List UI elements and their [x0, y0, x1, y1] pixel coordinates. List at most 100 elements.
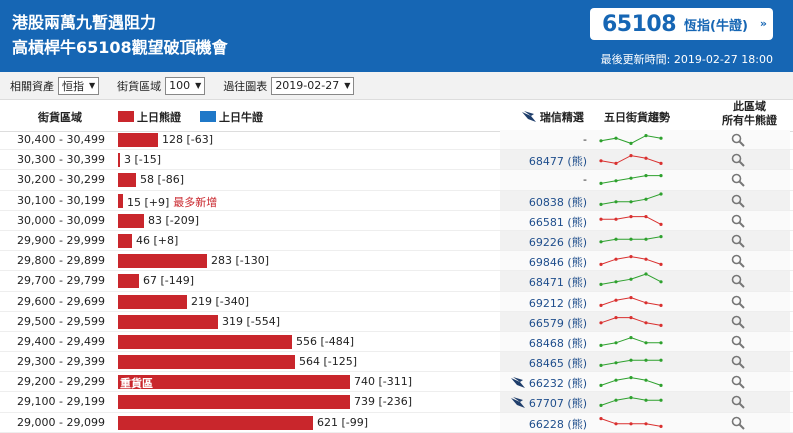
trend-point — [644, 341, 648, 345]
trend-point — [644, 257, 648, 261]
table-row: 29,100 - 29,199 739 [-236] 67707 (熊) — [0, 392, 793, 413]
trend-point — [644, 421, 648, 426]
warrant-code-link[interactable]: 66228 (熊) — [529, 416, 587, 432]
most-added-tag: 最多新增 — [173, 195, 218, 209]
trend-point — [599, 202, 603, 206]
magnifier-icon[interactable] — [731, 335, 745, 349]
bear-qty-value: 740 [-311] — [354, 375, 413, 389]
bear-qty-bar — [118, 193, 123, 208]
bear-qty-label: 621 [-99] — [317, 416, 368, 429]
chart-date-select[interactable]: 2019-02-27 ▼ — [271, 76, 355, 95]
legend-bull-swatch — [200, 111, 216, 122]
magnifier-icon[interactable] — [731, 416, 745, 430]
warrant-code: 69212 (熊) — [528, 296, 587, 310]
trend-point — [659, 323, 663, 327]
warrant-code-link[interactable]: 66581 (熊) — [529, 214, 587, 230]
zone-select[interactable]: 100 ▼ — [165, 76, 206, 95]
warrant-code-link[interactable]: 67707 (熊) — [510, 395, 587, 411]
magnifier-icon[interactable] — [731, 274, 745, 289]
five-day-trend-sparkline — [599, 358, 663, 368]
table-row: 29,000 - 29,099 621 [-99] 66228 (熊) — [0, 412, 793, 433]
trend-point — [614, 280, 618, 284]
table-row: 29,300 - 29,399 564 [-125] 68465 (熊) — [0, 352, 793, 373]
warrant-code: - — [583, 173, 587, 187]
magnifier-icon[interactable] — [731, 153, 745, 167]
magnifier-icon[interactable] — [731, 254, 745, 268]
legend-bear-swatch — [118, 111, 134, 122]
row-range: 29,900 - 29,999 — [17, 233, 105, 247]
magnifier-icon[interactable] — [731, 395, 745, 410]
trend-point — [644, 320, 648, 325]
bear-qty-label: 128 [-63] — [162, 133, 213, 146]
magnifier-icon[interactable] — [731, 295, 745, 309]
trend-point — [629, 358, 633, 362]
warrant-code-link: - — [583, 173, 587, 186]
trend-point — [659, 234, 663, 239]
bear-qty-value: 319 [-554] — [222, 314, 281, 328]
table-row: 29,500 - 29,599 319 [-554] 66579 (熊) — [0, 311, 793, 332]
trend-point — [614, 341, 618, 345]
trend-point — [659, 262, 663, 267]
trend-point — [659, 161, 663, 166]
warrant-code-link[interactable]: 68471 (熊) — [529, 274, 587, 290]
warrant-code: 66232 (熊) — [528, 377, 587, 391]
warrant-code-link[interactable]: 60838 (熊) — [529, 194, 587, 210]
warrant-code: 68468 (熊) — [528, 336, 587, 350]
magnifier-icon[interactable] — [731, 234, 745, 248]
trend-point — [614, 237, 618, 241]
bear-qty-label: 15 [+9] 最多新增 — [127, 194, 217, 210]
table-row: 30,400 - 30,499 128 [-63] - — [0, 130, 793, 151]
table-header: 街貨區域 上日熊證 上日牛證 瑞信精選 五日街貨趨勢 此區域 所有牛熊證 — [0, 100, 793, 132]
zone-select-value: 100 — [169, 79, 191, 92]
trend-point — [629, 315, 633, 319]
asset-select-value: 恒指 — [62, 79, 84, 93]
col-range: 街貨區域 — [38, 111, 82, 124]
trend-point — [644, 174, 648, 178]
magnifier-icon[interactable] — [731, 315, 745, 329]
five-day-trend-sparkline — [599, 272, 663, 287]
legend-bull: 上日牛證 — [200, 109, 263, 125]
caret-down-icon: ▼ — [195, 81, 202, 90]
magnifier-icon[interactable] — [731, 355, 745, 369]
five-day-trend-sparkline — [599, 154, 663, 166]
warrant-code-link[interactable]: 69212 (熊) — [529, 295, 587, 311]
filter-bar: 相關資產 恒指 ▼ 街貨區域 100 ▼ 過往圖表 2019-02-27 ▼ — [0, 72, 793, 100]
bear-qty-bar — [118, 153, 120, 168]
warrant-code-link[interactable]: 69846 (熊) — [529, 254, 587, 270]
trend-point — [614, 136, 618, 140]
five-day-trend-sparkline — [599, 191, 663, 206]
five-day-trend-sparkline — [599, 255, 663, 267]
warrant-code-link[interactable]: 68465 (熊) — [529, 355, 587, 371]
warrant-code-link[interactable]: 69226 (熊) — [529, 234, 587, 250]
credit-suisse-sail-icon — [510, 377, 525, 389]
magnifier-icon[interactable] — [731, 375, 745, 389]
bear-qty-value: 67 [-149] — [143, 274, 195, 288]
price-label: 恆指(牛證) — [684, 18, 748, 34]
trend-point — [659, 358, 663, 362]
chart-date-label: 過往圖表 — [223, 79, 268, 93]
warrant-code-link[interactable]: 66579 (熊) — [529, 315, 587, 331]
trend-point — [599, 262, 603, 267]
bear-qty-bar — [118, 254, 207, 269]
last-updated: 最後更新時間: 2019-02-27 18:00 — [600, 53, 773, 66]
warrant-code-link[interactable]: 66232 (熊) — [510, 375, 587, 391]
magnifier-icon[interactable] — [731, 173, 745, 188]
trend-point — [614, 399, 618, 403]
trend-point — [629, 396, 633, 400]
asset-select[interactable]: 恒指 ▼ — [58, 76, 100, 95]
warrant-code-link[interactable]: 68477 (熊) — [529, 153, 587, 169]
five-day-trend-sparkline — [599, 134, 663, 145]
magnifier-icon[interactable] — [731, 194, 745, 208]
bear-qty-value: 46 [+8] — [136, 233, 179, 247]
magnifier-icon[interactable] — [731, 133, 745, 147]
trend-point — [599, 363, 603, 368]
data-rows: 30,400 - 30,499 128 [-63] - 30,300 - 30,399… — [0, 130, 793, 433]
bear-qty-label: 556 [-484] — [296, 335, 354, 348]
row-range: 29,000 - 29,099 — [17, 415, 105, 429]
warrant-code-link[interactable]: 68468 (熊) — [529, 335, 587, 351]
magnifier-icon[interactable] — [731, 214, 745, 228]
bear-qty-label: 319 [-554] — [222, 315, 280, 328]
trend-point — [644, 300, 648, 304]
bear-qty-bar — [118, 294, 187, 309]
price-link-box[interactable]: 65108 恆指(牛證) » — [590, 8, 773, 40]
